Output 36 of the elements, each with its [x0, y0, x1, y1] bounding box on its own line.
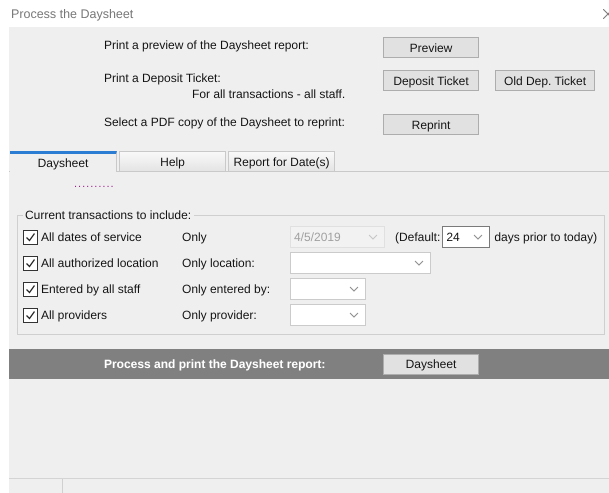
filter-label: Only entered by:: [182, 282, 272, 296]
checkbox[interactable]: [23, 282, 38, 296]
tab[interactable]: Help: [119, 151, 226, 171]
filter-label: Only provider:: [182, 308, 258, 322]
filter-label: Only: [182, 230, 208, 244]
tab[interactable]: Report for Date(s): [228, 151, 335, 171]
chevron-icon: [414, 260, 424, 266]
days-suffix: days prior to today): [494, 230, 598, 244]
default-label: (Default:: [395, 230, 440, 244]
action-button[interactable]: Deposit Ticket: [383, 70, 479, 91]
chevron-icon: [349, 312, 359, 318]
checkbox[interactable]: [23, 256, 38, 270]
action-button[interactable]: Old Dep. Ticket: [495, 70, 596, 91]
chevron-icon: [368, 234, 378, 240]
action-button[interactable]: Reprint: [383, 114, 479, 135]
checkbox-label: All dates of service: [41, 230, 143, 244]
action-label: Print a Deposit Ticket:: [104, 70, 222, 86]
focus-dots: ..........: [73, 177, 116, 190]
chevron-icon: [473, 234, 484, 240]
checkbox[interactable]: [23, 308, 38, 322]
window-title: Process the Daysheet: [11, 6, 134, 20]
checkbox-label: All providers: [41, 308, 108, 322]
action-label: Print a preview of the Daysheet report:: [104, 37, 310, 53]
checkbox-label: Entered by all staff: [41, 282, 142, 296]
checkbox-label: All authorized location: [41, 256, 160, 270]
tab[interactable]: Daysheet: [10, 151, 117, 172]
action-label: Select a PDF copy of the Daysheet to reprint:: [104, 114, 346, 130]
action-button[interactable]: Preview: [383, 37, 479, 58]
action-note: For all transactions - all staff.: [191, 86, 346, 102]
group-title: Current transactions to include:: [24, 208, 192, 222]
days-dropdown[interactable]: 24: [442, 226, 490, 248]
daysheet-button[interactable]: Daysheet: [383, 354, 479, 374]
chevron-icon: [349, 286, 359, 292]
process-label: Process and print the Daysheet report:: [104, 357, 326, 371]
filter-label: Only location:: [182, 256, 256, 270]
checkbox[interactable]: [23, 230, 38, 244]
